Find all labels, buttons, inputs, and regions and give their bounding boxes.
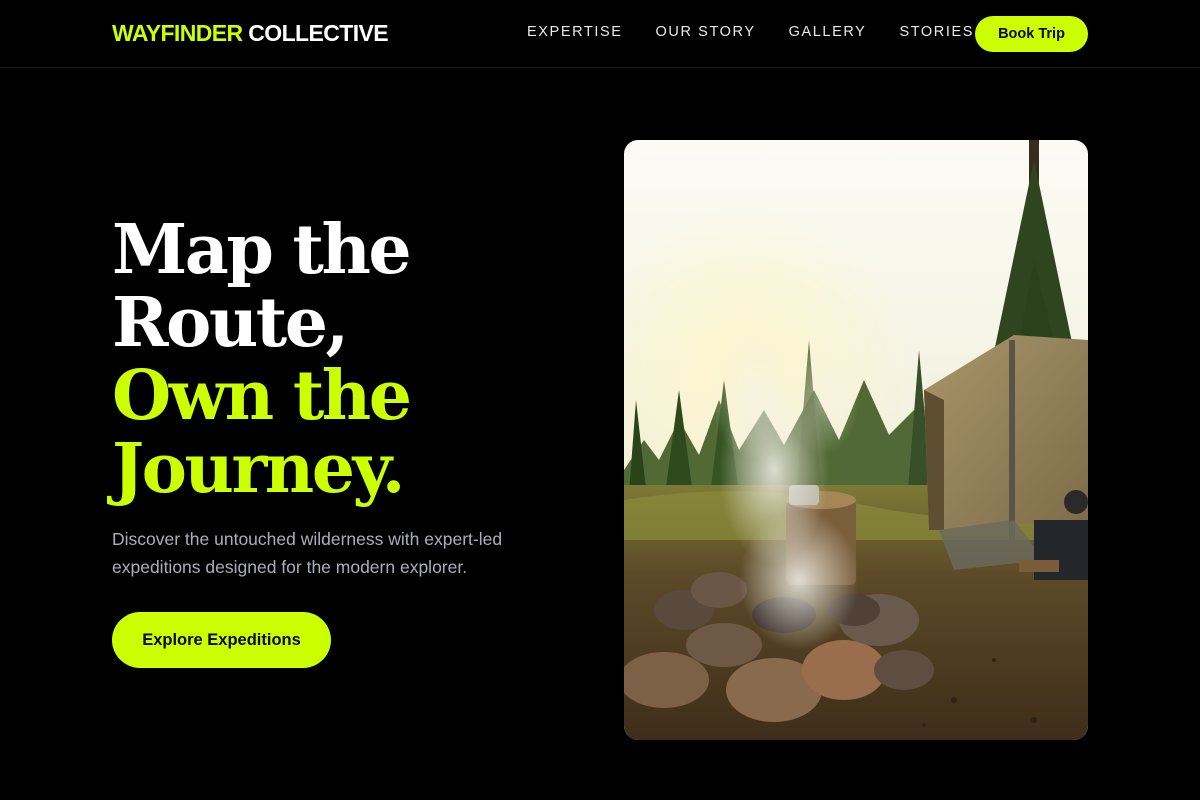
brand-rest-text: COLLECTIVE: [248, 20, 388, 46]
headline-line-2: Route,: [112, 283, 349, 363]
book-trip-button[interactable]: Book Trip: [975, 16, 1088, 52]
headline-line-1: Map the: [112, 210, 412, 290]
hero-headline: Map the Route, Own the Journey.: [112, 210, 412, 509]
nav-links: EXPERTISE OUR STORY GALLERY STORIES: [527, 24, 1007, 40]
hero-image: [624, 140, 1088, 740]
brand-logo[interactable]: WAYFINDER COLLECTIVE: [112, 20, 389, 47]
explore-expeditions-button[interactable]: Explore Expeditions: [112, 612, 331, 668]
headline-line-4: Journey.: [112, 429, 405, 509]
nav-link-gallery[interactable]: GALLERY: [789, 24, 867, 40]
nav-link-expertise[interactable]: EXPERTISE: [527, 24, 623, 40]
nav-link-our-story[interactable]: OUR STORY: [656, 24, 756, 40]
brand-accent-text: WAYFINDER: [112, 20, 243, 46]
campfire-scene-image: [624, 140, 1088, 740]
headline-line-3: Own the: [112, 356, 412, 436]
top-nav: WAYFINDER COLLECTIVE EXPERTISE OUR STORY…: [0, 0, 1200, 68]
hero-subtext: Discover the untouched wilderness with e…: [112, 529, 503, 577]
nav-link-stories[interactable]: STORIES: [899, 24, 974, 40]
